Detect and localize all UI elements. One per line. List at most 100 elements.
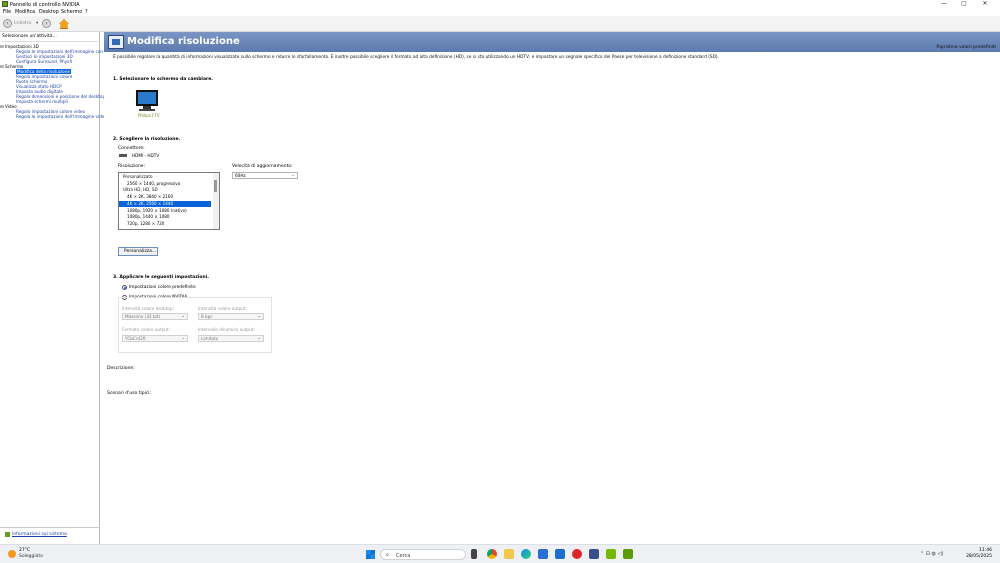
restore-defaults-link[interactable]: Ripristina valori predefiniti	[936, 45, 996, 50]
forward-button[interactable]: ›	[42, 19, 51, 28]
connector-label: Connettore:	[118, 146, 145, 151]
close-button[interactable]: ✕	[977, 0, 993, 9]
refresh-rate-value: 60Hz	[235, 173, 246, 178]
resolution-list-scrollbar[interactable]	[213, 173, 219, 229]
menu-schermo[interactable]: Schermo	[61, 10, 82, 15]
back-button[interactable]: ‹	[3, 19, 12, 28]
taskbar-search[interactable]: ⌕ Cerca	[380, 549, 466, 560]
resolution-item[interactable]: 4K × 2K, 3840 × 2160	[119, 194, 211, 200]
main-content: È possibile regolare la quantità di info…	[104, 52, 1000, 544]
system-info-icon	[5, 532, 10, 537]
refresh-rate-select[interactable]: 60Hz ⌄	[232, 172, 298, 179]
section3-heading: 3. Applicare le seguenti impostazioni.	[113, 275, 209, 280]
nvidia-icon[interactable]	[606, 549, 616, 559]
task-panel: Selezionare un'attività... Impostazioni …	[0, 32, 126, 544]
weather-temp[interactable]: 27°C	[19, 548, 30, 553]
chevron-down-icon: ⌄	[291, 173, 295, 178]
chevron-down-icon: ⌄	[257, 314, 261, 319]
desktop-depth-value: Massima (32 bit)	[125, 314, 161, 319]
resolution-item[interactable]: 1080p, 1440 × 1080	[119, 214, 211, 220]
tree-item[interactable]: Configura Surround, PhysX	[16, 59, 72, 64]
search-placeholder: Cerca	[396, 552, 411, 559]
display-settings-icon	[108, 35, 124, 49]
resolution-group: Ultra HD, HD, SD	[123, 187, 158, 193]
desktop-depth-label: Intensità colore desktop:	[122, 306, 174, 311]
output-depth-label: Intensità colore output:	[198, 306, 247, 311]
resolution-item[interactable]: 2560 × 1440, progressivo	[119, 181, 211, 187]
output-depth-select[interactable]: 8 bpc ⌄	[198, 313, 264, 320]
home-icon[interactable]	[59, 19, 69, 29]
opera-icon[interactable]	[572, 549, 582, 559]
section1-heading: 1. Selezionare lo schermo da cambiare.	[113, 77, 213, 82]
menu-desktop[interactable]: Desktop	[39, 10, 59, 15]
weather-sun-icon[interactable]	[8, 550, 16, 558]
window-title: Pannello di controllo NVIDIA	[10, 1, 80, 8]
resolution-list[interactable]: Personalizzato 2560 × 1440, progressivo Ul…	[118, 172, 220, 230]
output-format-label: Formato colore output:	[122, 327, 170, 332]
chevron-down-icon: ⌄	[181, 336, 185, 341]
system-info-link[interactable]: Informazioni sul sistema	[12, 532, 67, 537]
resolution-item[interactable]: 4K × 2K, 2560 × 1440	[119, 200, 211, 207]
scenari-label: Scenari d'uso tipici:	[107, 391, 152, 396]
resolution-group: Personalizzato	[123, 174, 153, 179]
output-format-value: YCbCr420	[125, 336, 146, 341]
minimize-button[interactable]: —	[936, 0, 952, 9]
nvidia-app-icon	[2, 1, 8, 7]
tree-category[interactable]: Video	[5, 104, 17, 109]
customize-button[interactable]: Personalizza...	[118, 247, 158, 256]
tree-expander-icon[interactable]: ⊟	[0, 104, 4, 109]
menu-bar: File Modifica Desktop Schermo ?	[0, 9, 1000, 16]
monitor-label[interactable]: Philips FTV	[138, 113, 160, 118]
menu-file[interactable]: File	[3, 10, 11, 15]
resolution-item[interactable]: 720p, 1280 × 720	[119, 221, 211, 227]
descrizione-label: Descrizione:	[107, 366, 135, 371]
mail-icon[interactable]	[555, 549, 565, 559]
default-color-label: Impostazioni colore predefinite	[129, 285, 196, 290]
desktop-depth-select[interactable]: Massima (32 bit) ⌄	[122, 313, 188, 320]
store-icon[interactable]	[538, 549, 548, 559]
nvidia-settings-icon[interactable]	[623, 549, 633, 559]
dynamic-range-select[interactable]: Limitato ⌄	[198, 335, 264, 342]
taskbar: 27°C Soleggiato ⌕ Cerca ⌃ ⊡ ◍ ◁) 11:46 2…	[0, 544, 1000, 563]
default-color-radio[interactable]	[122, 285, 127, 290]
refresh-rate-label: Velocità di aggiornamento:	[232, 164, 293, 169]
task-tree: Impostazioni 3D ⊟ Regola le impostazioni d…	[0, 41, 126, 553]
task-panel-footer: Informazioni sul sistema	[0, 527, 100, 544]
tree-item[interactable]: Imposta schermi multipli	[16, 99, 68, 104]
connector-value: HDMI - HDTV	[132, 153, 160, 158]
chevron-down-icon: ⌄	[257, 336, 261, 341]
menu-help[interactable]: ?	[85, 10, 88, 15]
task-panel-header: Selezionare un'attività...	[2, 34, 57, 39]
page-title: Modifica risoluzione	[127, 36, 240, 47]
resolution-label: Risoluzione:	[118, 164, 146, 169]
dynamic-range-value: Limitato	[201, 336, 219, 341]
start-button[interactable]	[366, 550, 375, 559]
menu-modifica[interactable]: Modifica	[15, 10, 35, 15]
toolbar: ‹ Indietro ▾ ›	[0, 16, 1000, 32]
clock-date: 28/05/2025	[966, 554, 992, 559]
file-explorer-icon[interactable]	[504, 549, 514, 559]
section2-heading: 2. Scegliere la risoluzione.	[113, 137, 181, 142]
chrome-icon[interactable]	[487, 549, 497, 559]
output-format-select[interactable]: YCbCr420 ⌄	[122, 335, 188, 342]
tree-item[interactable]: Regola le impostazioni dell'immagine vid…	[16, 114, 107, 119]
page-banner: Modifica risoluzione Ripristina valori p…	[104, 32, 1000, 52]
system-tray-icons[interactable]: ⌃ ⊡ ◍ ◁)	[920, 551, 943, 557]
weather-condition[interactable]: Soleggiato	[19, 554, 43, 559]
back-label: Indietro	[14, 21, 32, 26]
resolution-item[interactable]: 1080p, 1920 × 1080 (nativo)	[119, 208, 211, 214]
search-icon: ⌕	[386, 552, 389, 558]
tree-expander-icon[interactable]: ⊟	[0, 44, 4, 49]
dynamic-range-label: Intervallo dinamico output:	[198, 327, 255, 332]
output-depth-value: 8 bpc	[201, 314, 213, 319]
clock[interactable]: 11:46 28/05/2025	[966, 548, 992, 560]
teams-icon[interactable]	[589, 549, 599, 559]
back-dropdown-icon[interactable]: ▾	[36, 21, 38, 26]
page-description: È possibile regolare la quantità di info…	[113, 55, 719, 60]
title-bar: Pannello di controllo NVIDIA — ▢ ✕	[0, 0, 1000, 9]
chevron-down-icon: ⌄	[181, 314, 185, 319]
task-view-icon[interactable]	[471, 549, 477, 559]
tree-expander-icon[interactable]: ⊟	[0, 64, 4, 69]
maximize-button[interactable]: ▢	[956, 0, 972, 9]
edge-icon[interactable]	[521, 549, 531, 559]
